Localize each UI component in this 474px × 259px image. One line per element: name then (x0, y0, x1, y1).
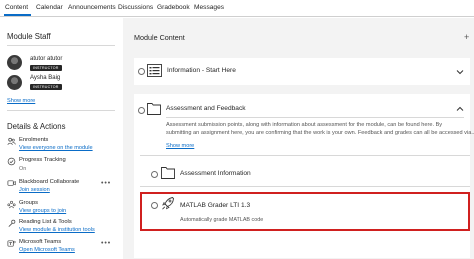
role-badge: INSTRUCTOR (30, 65, 62, 71)
progress-radio[interactable] (138, 68, 145, 75)
content-item-title[interactable]: Information - Start Here (167, 67, 236, 74)
more-options-button[interactable]: • • • (101, 240, 110, 247)
chevron-up-icon[interactable] (455, 104, 465, 114)
teams-icon (7, 240, 16, 247)
chevron-down-icon[interactable] (455, 67, 465, 77)
details-actions-heading: Details & Actions (7, 122, 66, 131)
show-more-link[interactable]: Show more (166, 143, 194, 149)
enrolments-label: Enrolments (19, 137, 49, 143)
tab-gradebook[interactable]: Gradebook (157, 4, 190, 11)
add-content-button[interactable]: + (464, 32, 469, 42)
view-everyone-link[interactable]: View everyone on the module (19, 145, 93, 151)
progress-tracking-status: On (19, 166, 27, 172)
tab-content[interactable]: Content (5, 4, 28, 11)
divider (7, 110, 115, 111)
open-teams-link[interactable]: Open Microsoft Teams (19, 247, 75, 253)
progress-radio[interactable] (151, 171, 158, 178)
folder-icon (147, 103, 161, 115)
reading-list-tools-label: Reading List & Tools (19, 219, 72, 225)
folder-icon (161, 167, 175, 179)
divider (7, 45, 115, 46)
divider (140, 155, 470, 156)
tools-icon (8, 219, 16, 227)
more-options-button[interactable]: • • • (101, 180, 110, 187)
active-tab-indicator (4, 14, 31, 16)
progress-radio[interactable] (138, 107, 145, 114)
module-staff-heading: Module Staff (7, 32, 51, 41)
microsoft-teams-label: Microsoft Teams (19, 239, 62, 245)
collaborate-icon (7, 180, 16, 186)
people-icon (7, 137, 16, 145)
sidebar: Module Staff atutor atutor INSTRUCTOR Ay… (0, 18, 122, 259)
highlight-box (140, 192, 470, 231)
view-groups-link[interactable]: View groups to join (19, 208, 66, 214)
avatar (7, 55, 22, 70)
course-tabs: Content Calendar Announcements Discussio… (0, 0, 474, 17)
show-more-staff-link[interactable]: Show more (7, 98, 35, 104)
folder-list-icon (147, 64, 162, 77)
groups-icon (7, 200, 16, 209)
tab-announcements[interactable]: Announcements (68, 4, 116, 11)
content-item-title[interactable]: Assessment Information (180, 170, 251, 177)
module-content-heading: Module Content (134, 33, 185, 42)
progress-icon (7, 157, 16, 166)
staff-name[interactable]: Aysha Baig (30, 75, 60, 81)
progress-tracking-label: Progress Tracking (19, 157, 66, 163)
tab-calendar[interactable]: Calendar (36, 4, 63, 11)
content-item-title[interactable]: Assessment and Feedback (166, 105, 246, 112)
divider (140, 186, 470, 187)
staff-name[interactable]: atutor atutor (30, 56, 62, 62)
blackboard-collaborate-label: Blackboard Collaborate (19, 179, 80, 185)
join-session-link[interactable]: Join session (19, 187, 50, 193)
tab-messages[interactable]: Messages (194, 4, 224, 11)
groups-label: Groups (19, 200, 39, 206)
item-description-line-2: submitting an assignment here, you are c… (166, 130, 474, 136)
role-badge: INSTRUCTOR (30, 84, 62, 90)
avatar (7, 75, 22, 90)
tab-discussions[interactable]: Discussions (118, 4, 153, 11)
view-module-tools-link[interactable]: View module & institution tools (19, 227, 95, 233)
divider (166, 117, 464, 118)
